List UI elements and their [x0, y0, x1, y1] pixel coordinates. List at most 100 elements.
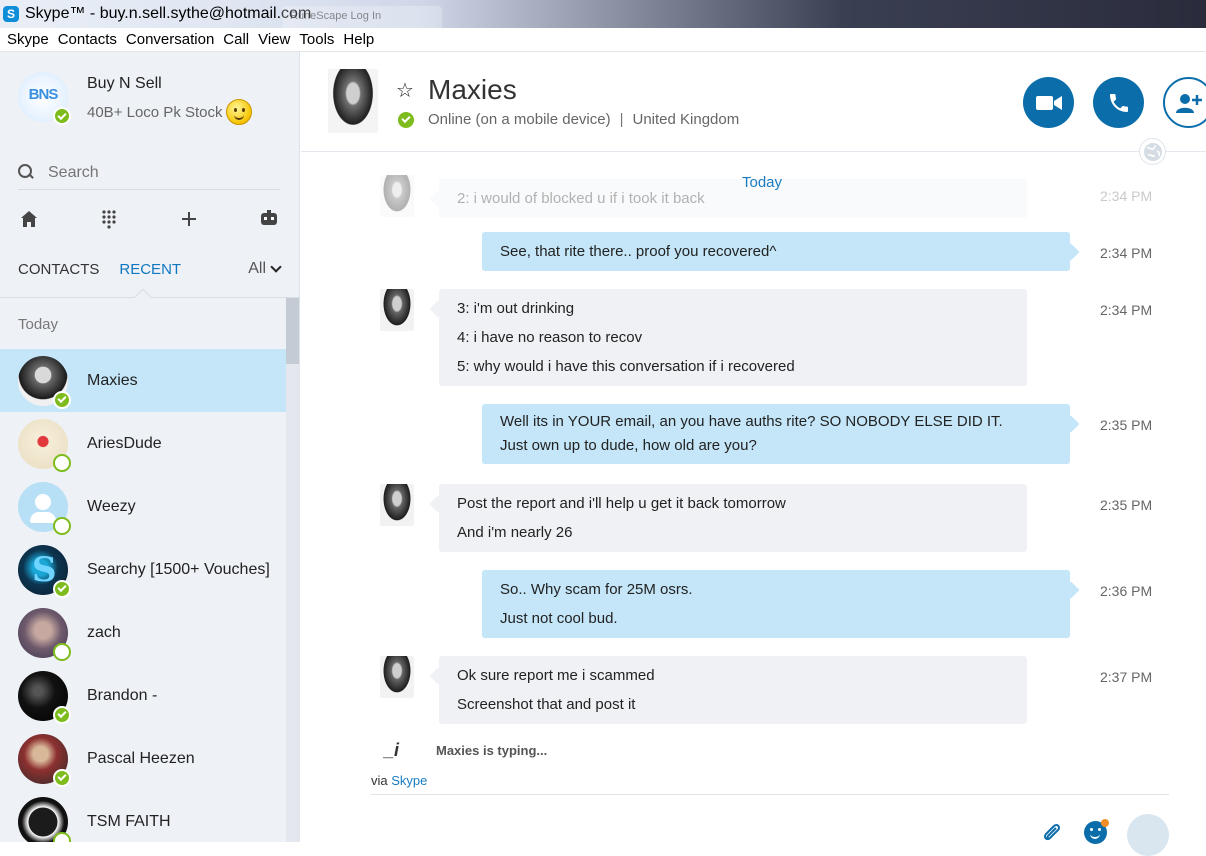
- offline-status-icon: [53, 831, 71, 842]
- contact-item-tsm-faith[interactable]: TSM FAITH: [0, 790, 286, 842]
- home-icon[interactable]: [18, 208, 40, 230]
- contact-avatar[interactable]: [328, 69, 378, 133]
- quick-actions: [18, 204, 280, 234]
- via-prefix: via: [371, 773, 388, 788]
- contact-tabs: CONTACTS RECENT All: [18, 257, 282, 281]
- menu-contacts[interactable]: Contacts: [58, 31, 117, 48]
- my-profile[interactable]: BNS Buy N Sell 40B+ Loco Pk Stock: [18, 72, 252, 125]
- message-timestamp: 2:35 PM: [1100, 497, 1153, 513]
- message-bubble-outgoing[interactable]: See, that rite there.. proof you recover…: [482, 232, 1070, 271]
- message-line: And i'm nearly 26: [457, 524, 573, 541]
- emoticon-icon[interactable]: [1084, 819, 1109, 844]
- message-line: Ok sure report me i scammed: [457, 667, 655, 684]
- video-call-button[interactable]: [1023, 77, 1074, 128]
- message-timestamp: 2:37 PM: [1100, 669, 1153, 685]
- mood-text: 40B+ Loco Pk Stock: [87, 103, 223, 121]
- phone-icon: [1109, 93, 1128, 112]
- my-avatar[interactable]: BNS: [18, 72, 71, 125]
- message-bubble-incoming[interactable]: 3: i'm out drinking 4: i have no reason …: [439, 289, 1027, 386]
- search-bar: [18, 156, 280, 190]
- typing-text: Maxies is typing...: [436, 743, 548, 758]
- profile-logo-text: BNS: [28, 86, 59, 103]
- message-line: Post the report and i'll help u get it b…: [457, 495, 786, 512]
- offline-status-icon: [53, 453, 71, 472]
- default-avatar-icon: [18, 481, 71, 535]
- dialpad-icon[interactable]: [98, 208, 120, 230]
- avatar: [18, 607, 71, 661]
- menu-call[interactable]: Call: [223, 31, 249, 48]
- message-line: Just not cool bud.: [500, 610, 618, 627]
- avatar: [18, 355, 71, 409]
- contact-item-pascal[interactable]: Pascal Heezen: [0, 727, 286, 790]
- send-icon[interactable]: [1127, 814, 1169, 856]
- tab-contacts[interactable]: CONTACTS: [18, 261, 99, 278]
- skype-logo-icon: S: [3, 6, 19, 22]
- sender-avatar: [380, 656, 414, 698]
- contact-item-zach[interactable]: zach: [0, 601, 286, 664]
- background-browser-tab[interactable]: RuneScape Log In: [282, 6, 442, 28]
- message-bubble-incoming[interactable]: Ok sure report me i scammed Screenshot t…: [439, 656, 1027, 724]
- presence-location: United Kingdom: [632, 111, 740, 128]
- typing-indicator: _i Maxies is typing...: [384, 740, 547, 761]
- contact-item-maxies[interactable]: Maxies: [0, 349, 286, 412]
- message-timestamp: 2:35 PM: [1100, 417, 1153, 433]
- contact-item-searchy[interactable]: S Searchy [1500+ Vouches]: [0, 538, 286, 601]
- tab-recent[interactable]: RECENT: [119, 261, 181, 278]
- contact-item-brandon[interactable]: Brandon -: [0, 664, 286, 727]
- conversation-header: ☆ Maxies Online (on a mobile device) | U…: [301, 52, 1206, 165]
- filter-value: All: [248, 260, 266, 277]
- online-status-icon: [53, 579, 71, 598]
- message-line: 3: i'm out drinking: [457, 300, 575, 317]
- message-history[interactable]: 2: i would of blocked u if i took it bac…: [301, 152, 1206, 752]
- online-status-icon: [53, 768, 71, 787]
- add-people-button[interactable]: [1163, 77, 1206, 128]
- contact-name: Weezy: [87, 497, 136, 515]
- scrollbar-thumb[interactable]: [286, 298, 299, 364]
- section-header-today: Today: [18, 316, 59, 333]
- menu-bar: Skype Contacts Conversation Call View To…: [0, 28, 1206, 52]
- recent-contact-list: Maxies AriesDude Weezy S Searchy [1500+ …: [0, 349, 286, 842]
- window-titlebar: S Skype™ - buy.n.sell.sythe@hotmail.com …: [0, 0, 1206, 28]
- contact-name: AriesDude: [87, 434, 162, 452]
- filter-dropdown[interactable]: All: [248, 260, 282, 278]
- via-skype-link[interactable]: Skype: [391, 773, 427, 788]
- contact-item-ariesdude[interactable]: AriesDude: [0, 412, 286, 475]
- mood-message[interactable]: 40B+ Loco Pk Stock: [87, 99, 252, 125]
- contact-item-weezy[interactable]: Weezy: [0, 475, 286, 538]
- profile-info: Buy N Sell 40B+ Loco Pk Stock: [87, 75, 252, 125]
- contact-name: TSM FAITH: [87, 812, 171, 830]
- avatar: [18, 733, 71, 787]
- menu-view[interactable]: View: [258, 31, 290, 48]
- message-line: 2: i would of blocked u if i took it bac…: [457, 190, 705, 207]
- sidebar: BNS Buy N Sell 40B+ Loco Pk Stock CONT: [0, 52, 300, 842]
- paperclip-icon[interactable]: [1041, 822, 1061, 850]
- contact-list-scrollbar[interactable]: [286, 298, 299, 842]
- offline-status-icon: [53, 642, 71, 661]
- plus-icon[interactable]: [178, 208, 200, 230]
- search-input[interactable]: [48, 163, 268, 182]
- contact-name: Brandon -: [87, 686, 158, 704]
- star-icon[interactable]: ☆: [396, 78, 414, 103]
- message-bubble-incoming[interactable]: Post the report and i'll help u get it b…: [439, 484, 1027, 552]
- message-bubble-outgoing[interactable]: So.. Why scam for 25M osrs. Just not coo…: [482, 570, 1070, 638]
- avatar-letter: S: [32, 549, 57, 590]
- avatar: S: [18, 544, 71, 598]
- presence-status: Online (on a mobile device): [428, 111, 611, 128]
- menu-conversation[interactable]: Conversation: [126, 31, 214, 48]
- audio-call-button[interactable]: [1093, 77, 1144, 128]
- message-line: Screenshot that and post it: [457, 696, 636, 713]
- offline-status-icon: [53, 516, 71, 535]
- conversation-title[interactable]: Maxies: [428, 74, 517, 106]
- conversation-pane: ☆ Maxies Online (on a mobile device) | U…: [301, 52, 1206, 856]
- message-bubble-incoming[interactable]: 2: i would of blocked u if i took it bac…: [439, 179, 1027, 218]
- bot-icon[interactable]: [258, 208, 280, 230]
- menu-help[interactable]: Help: [343, 31, 374, 48]
- avatar: [18, 796, 71, 842]
- menu-skype[interactable]: Skype: [7, 31, 49, 48]
- menu-tools[interactable]: Tools: [299, 31, 334, 48]
- video-icon: [1035, 95, 1062, 110]
- presence-separator: |: [619, 111, 624, 128]
- message-bubble-outgoing[interactable]: Well its in YOUR email, an you have auth…: [482, 404, 1070, 464]
- message-line: 5: why would i have this conversation if…: [457, 358, 795, 375]
- online-status-icon: [53, 705, 71, 724]
